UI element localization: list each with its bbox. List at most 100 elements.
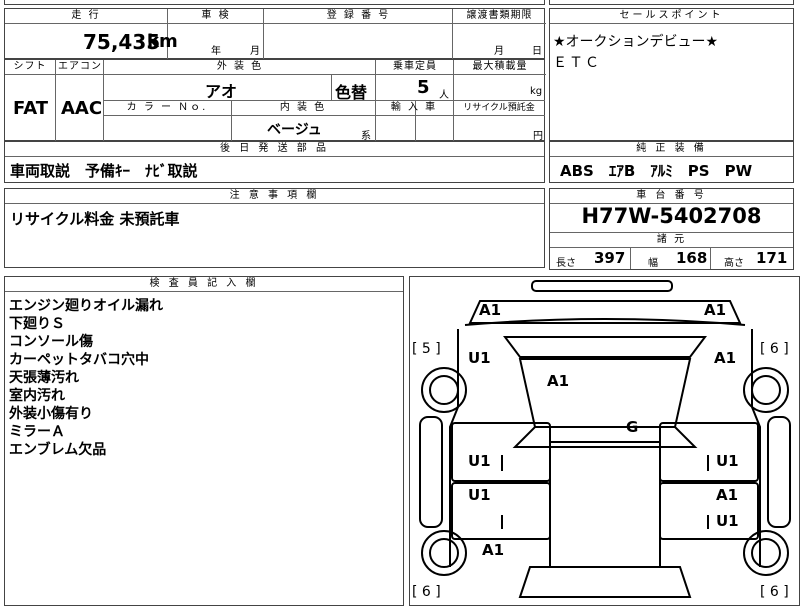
- length-value: 397: [594, 249, 626, 267]
- capacity-value: 5: [417, 77, 430, 98]
- damage-mark: U1: [716, 512, 739, 530]
- right-front-door: [659, 422, 759, 482]
- tire-right-top: [ 6 ]: [760, 341, 789, 357]
- info-row-1: 走 行 車 検 登 録 番 号 譲渡書類期限 75,435 km 年 月 月 日: [4, 8, 546, 60]
- exterior-color-label: 外 装 色: [103, 60, 376, 75]
- right-side-step: [767, 416, 791, 528]
- notes-value: リサイクル料金 未預託車: [10, 210, 180, 228]
- interior-color-label: 内 装 色: [279, 102, 327, 113]
- interior-suffix: 系: [361, 131, 371, 142]
- damage-mark: A1: [704, 301, 727, 319]
- mileage-label: 走 行: [5, 9, 167, 24]
- notes-label: 注 意 事 項 欄: [5, 189, 544, 204]
- sales-point-box: セールスポイント ★オークションデビュー★ ＥＴＣ: [549, 8, 794, 141]
- year-unit: 年: [211, 46, 221, 57]
- inspector-label: 検 査 員 記 入 欄: [5, 277, 403, 292]
- damage-mark: A1: [716, 486, 739, 504]
- later-parts-box: 後 日 発 送 部 品 車両取説 予備ｷｰ ﾅﾋﾞ取説: [4, 141, 545, 183]
- color-no-label: カ ラ ー Ｎｏ.: [126, 102, 208, 113]
- inspection-label: 車 検: [167, 9, 264, 24]
- wheel-left-rear: [421, 530, 467, 576]
- inspector-line: コンソール傷: [9, 334, 93, 350]
- wheel-right-front: [743, 367, 789, 413]
- import-label: 輸 入 車: [390, 102, 438, 113]
- month-unit: 月: [250, 46, 260, 57]
- transfer-day: 日: [532, 46, 542, 57]
- front-bumper: [531, 280, 673, 292]
- capacity-label: 乗車定員: [375, 60, 454, 75]
- height-label: 高さ: [724, 258, 744, 269]
- sales-point-line1: ★オークションデビュー★: [553, 34, 719, 50]
- shift-label: シフト: [5, 60, 55, 75]
- notes-box: 注 意 事 項 欄 リサイクル料金 未預託車: [4, 188, 545, 268]
- specs-label: 諸 元: [550, 232, 793, 248]
- rear-window: [512, 426, 698, 448]
- damage-mark: U1: [468, 486, 491, 504]
- inspector-box: 検 査 員 記 入 欄 エンジン廻りオイル漏れ 下廻りＳ コンソール傷 カーペッ…: [4, 276, 404, 606]
- exterior-color-value: アオ: [205, 82, 238, 101]
- yen-unit: 円: [533, 131, 543, 142]
- recycle-label: リサイクル預託金: [463, 103, 535, 113]
- inspector-line: 下廻りＳ: [9, 316, 65, 332]
- height-value: 171: [756, 249, 788, 267]
- inspector-line: 天張薄汚れ: [9, 370, 79, 386]
- load-unit: kg: [530, 86, 543, 97]
- equipment-box: 純 正 装 備 ABS ｴｱB ｱﾙﾐ PS PW: [549, 141, 794, 183]
- inspector-line: エンジン廻りオイル漏れ: [9, 298, 163, 314]
- color-change: 色替: [335, 83, 368, 102]
- aircon-value: AAC: [61, 98, 103, 119]
- rear-gate: [518, 566, 692, 598]
- damage-mark: U1: [716, 452, 739, 470]
- interior-color-value: ベージュ: [267, 122, 322, 138]
- width-value: 168: [676, 249, 708, 267]
- later-parts-value: 車両取説 予備ｷｰ ﾅﾋﾞ取説: [10, 162, 198, 180]
- inspector-line: 室内汚れ: [9, 388, 65, 404]
- inspector-line: 外装小傷有り: [9, 406, 93, 422]
- damage-mark: U1: [468, 349, 491, 367]
- roof-area: [518, 358, 692, 428]
- car-diagram: A1 A1 U1 A1 A1 G U1 U1 U1 A1 U1 U1 A1 [ …: [409, 276, 800, 606]
- chassis-box: 車 台 番 号 H77W-5402708 諸 元 長さ 397 幅 168 高さ…: [549, 188, 794, 270]
- wheel-right-rear: [743, 530, 789, 576]
- sales-point-line2: ＥＴＣ: [553, 55, 601, 71]
- inspector-line: カーペットタバコ穴中: [9, 352, 149, 368]
- damage-mark: A1: [547, 372, 570, 390]
- damage-mark: U1: [468, 452, 491, 470]
- damage-mark: A1: [479, 301, 502, 319]
- damage-mark: A1: [482, 541, 505, 559]
- equipment-value: ABS ｴｱB ｱﾙﾐ PS PW: [560, 162, 753, 180]
- inspector-line: ミラーＡ: [9, 424, 65, 440]
- transfer-label: 譲渡書類期限: [452, 9, 546, 24]
- width-label: 幅: [648, 258, 658, 269]
- car-outline-svg: [419, 280, 791, 598]
- registration-label: 登 録 番 号: [263, 9, 453, 24]
- mileage-unit: km: [147, 31, 178, 52]
- length-label: 長さ: [556, 258, 576, 269]
- wheel-left-front: [421, 367, 467, 413]
- windshield: [503, 336, 707, 358]
- tire-left-bottom: [ 6 ]: [412, 584, 441, 600]
- inspector-line: エンブレム欠品: [9, 442, 107, 458]
- top-partial-right: [549, 0, 794, 5]
- equipment-label: 純 正 装 備: [550, 142, 793, 157]
- transfer-month: 月: [494, 46, 504, 57]
- aircon-label: エアコン: [55, 60, 104, 75]
- chassis-label: 車 台 番 号: [550, 189, 793, 204]
- top-partial-strip: [4, 0, 545, 5]
- tire-left-top: [ 5 ]: [412, 341, 441, 357]
- tire-right-bottom: [ 6 ]: [760, 584, 789, 600]
- info-row-2: シフト エアコン 外 装 色 乗車定員 最大積載量 FAT AAC アオ 色替 …: [4, 59, 546, 142]
- max-load-label: 最大積載量: [453, 60, 546, 75]
- right-rear-door: [659, 482, 759, 540]
- capacity-unit: 人: [439, 90, 449, 101]
- sales-point-label: セールスポイント: [550, 9, 793, 24]
- left-front-door: [451, 422, 551, 482]
- damage-mark: G: [626, 418, 639, 436]
- chassis-value: H77W-5402708: [581, 204, 762, 228]
- damage-mark: A1: [714, 349, 737, 367]
- roof-center: [549, 441, 661, 568]
- later-parts-label: 後 日 発 送 部 品: [5, 142, 544, 157]
- left-rear-door: [451, 482, 551, 540]
- left-side-step: [419, 416, 443, 528]
- shift-value: FAT: [13, 98, 49, 119]
